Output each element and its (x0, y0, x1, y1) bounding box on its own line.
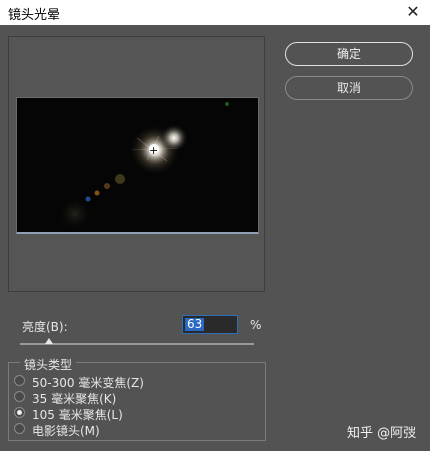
brightness-slider[interactable] (20, 343, 254, 345)
flare-ghost (94, 190, 100, 196)
flare-secondary (160, 124, 188, 152)
dialog-title: 镜头光晕 (8, 8, 61, 23)
radio-button[interactable] (14, 375, 25, 386)
radio-label: 105 毫米聚焦(L) (32, 408, 123, 422)
radio-label: 50-300 毫米变焦(Z) (32, 376, 144, 390)
radio-button[interactable] (14, 407, 25, 418)
flare-ghost (104, 183, 110, 189)
radio-button[interactable] (14, 391, 25, 402)
brightness-label: 亮度(B): (22, 320, 68, 334)
slider-handle[interactable] (45, 338, 54, 344)
radio-label: 电影镜头(M) (32, 424, 100, 438)
brightness-value: 63 (185, 317, 205, 331)
brightness-input[interactable]: 63 (182, 315, 238, 334)
lens-flare-preview: + (57, 102, 229, 232)
flare-center-marker: + (149, 144, 158, 157)
preview-image[interactable]: + (16, 97, 259, 234)
ok-button[interactable]: 确定 (285, 42, 413, 66)
flare-ghost (225, 102, 229, 106)
title-bar: 镜头光晕 ✕ (0, 0, 430, 25)
flare-ghost (115, 174, 125, 184)
flare-ghost (85, 196, 91, 202)
radio-label: 35 毫米聚焦(K) (32, 392, 117, 406)
percent-unit: % (250, 318, 262, 332)
cancel-button[interactable]: 取消 (285, 76, 413, 100)
lens-type-title: 镜头类型 (20, 356, 77, 373)
radio-button[interactable] (14, 423, 25, 434)
close-icon[interactable]: ✕ (402, 2, 424, 22)
watermark: 知乎 @阿弢 (347, 426, 417, 441)
